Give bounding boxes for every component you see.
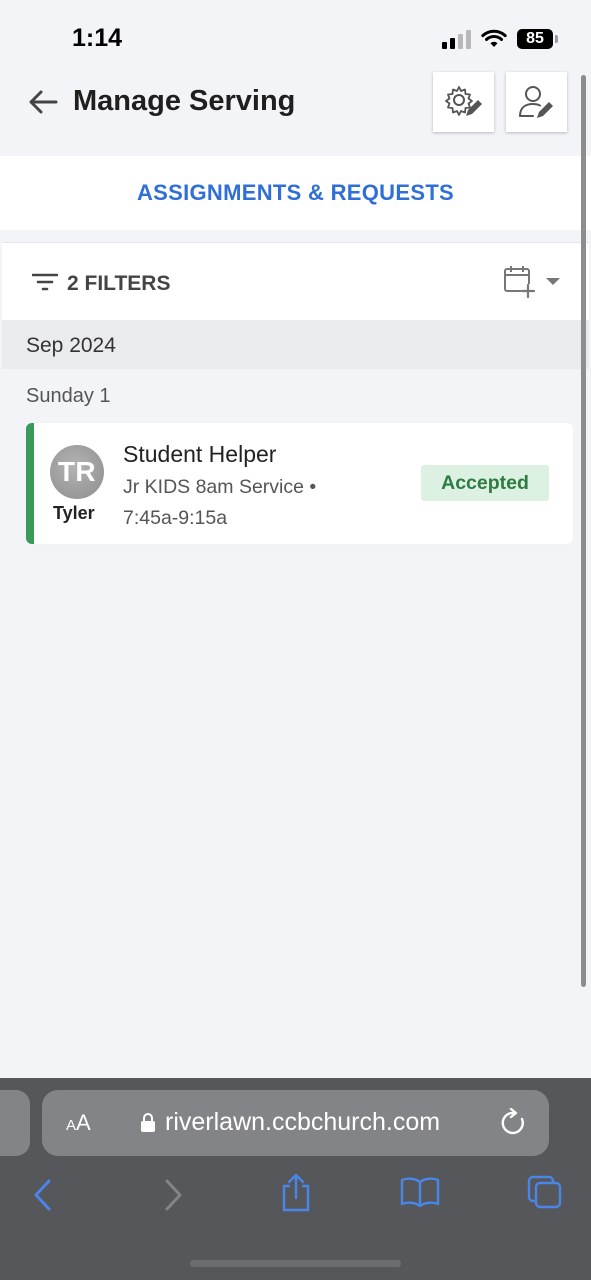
reload-icon[interactable]	[500, 1108, 528, 1138]
assignment-card[interactable]: TR Tyler Student Helper Jr KIDS 8am Serv…	[26, 423, 573, 544]
forward-icon[interactable]	[162, 1178, 184, 1212]
browser-chrome: AA riverlawn.ccbchurch.com	[0, 1078, 591, 1280]
status-icons: 85	[442, 26, 558, 52]
month-label: Sep 2024	[26, 334, 116, 357]
filter-icon[interactable]	[32, 272, 58, 292]
page-title: Manage Serving	[73, 85, 296, 117]
edit-settings-button[interactable]	[433, 72, 494, 132]
day-label: Sunday 1	[26, 385, 111, 407]
lock-icon	[141, 1113, 155, 1132]
address-bar[interactable]: AA riverlawn.ccbchurch.com	[42, 1090, 549, 1156]
text-size-button[interactable]: AA	[66, 1110, 91, 1136]
browser-toolbar	[0, 1168, 591, 1228]
month-header: Sep 2024	[2, 320, 589, 369]
previous-tab-preview[interactable]	[0, 1090, 30, 1156]
filter-bar: 2 FILTERS	[2, 242, 589, 320]
home-indicator	[190, 1260, 401, 1267]
avatar: TR	[50, 445, 104, 499]
status-time: 1:14	[72, 24, 123, 52]
back-arrow-icon[interactable]	[26, 88, 60, 116]
bookmarks-icon[interactable]	[400, 1176, 440, 1208]
tab-label: ASSIGNMENTS & REQUESTS	[136, 180, 455, 205]
url-text: riverlawn.ccbchurch.com	[165, 1108, 441, 1136]
share-icon[interactable]	[280, 1172, 312, 1212]
scrollbar[interactable]	[581, 75, 586, 987]
battery-indicator: 85	[517, 29, 558, 49]
gear-edit-icon	[444, 86, 482, 116]
person-edit-icon	[518, 86, 553, 118]
cellular-signal-icon	[442, 29, 471, 49]
back-icon[interactable]	[32, 1178, 54, 1212]
role-title: Student Helper	[123, 441, 277, 467]
page-header: Manage Serving	[0, 72, 591, 156]
status-badge: Accepted	[421, 465, 549, 501]
add-to-calendar-button[interactable]	[502, 263, 568, 299]
wifi-icon	[481, 29, 507, 47]
tab-assignments-requests[interactable]: ASSIGNMENTS & REQUESTS	[0, 156, 591, 230]
service-time: 7:45a-9:15a	[123, 507, 228, 529]
text-size-large: A	[76, 1110, 91, 1135]
calendar-add-icon	[504, 266, 536, 298]
person-name: Tyler	[53, 503, 95, 523]
service-name: Jr KIDS 8am Service •	[123, 476, 317, 498]
chevron-down-icon	[546, 278, 560, 285]
tabs-icon[interactable]	[526, 1174, 564, 1210]
text-size-small: A	[66, 1117, 77, 1134]
filters-button[interactable]: 2 FILTERS	[67, 272, 170, 296]
status-bar: 1:14 85	[0, 0, 591, 72]
edit-profile-button[interactable]	[506, 72, 567, 132]
